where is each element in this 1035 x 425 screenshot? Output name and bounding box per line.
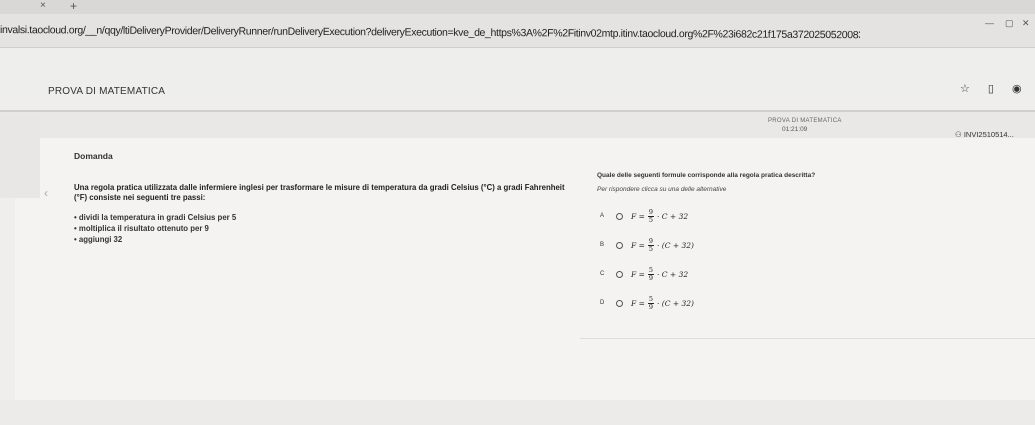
profile-icon[interactable]: ◉ [1012,82,1022,95]
fraction-denominator: 5 [648,244,654,253]
question-stem: Una regola pratica utilizzata dalle infe… [74,183,565,202]
list-item: moltiplica il risultato ottenuto per 9 [74,223,236,234]
content-panel [15,138,1035,425]
fraction: 95 [647,208,655,224]
section-label: Domanda [74,151,113,161]
formula-lhs: F = [631,298,645,308]
formula-rhs: · (C + 32) [657,240,694,250]
test-header [0,110,1035,140]
fraction-denominator: 5 [648,215,654,224]
close-window-icon[interactable]: ✕ [1022,18,1030,29]
choice-letter: C [600,271,605,277]
list-item: dividi la temperatura in gradi Celsius p… [74,212,236,223]
new-tab-icon[interactable]: + [70,0,77,13]
maximize-icon[interactable]: ▢ [1005,18,1014,29]
formula-lhs: F = [631,211,645,221]
app-title: PROVA DI MATEMATICA [48,86,166,97]
fraction: 59 [647,266,655,282]
url-text[interactable]: invalsi.taocloud.org/__n/qqy/ltiDelivery… [0,24,860,41]
formula-rhs: · (C + 32) [657,298,694,308]
formula: F = 95 · C + 32 [631,208,689,224]
test-name: PROVA DI MATEMATICA [768,118,842,124]
address-bar[interactable]: invalsi.taocloud.org/__n/qqy/ltiDelivery… [0,14,1035,48]
fraction-denominator: 9 [648,302,654,311]
formula-rhs: · C + 32 [657,269,689,279]
steps-list: dividi la temperatura in gradi Celsius p… [74,212,236,245]
browser-actions: ☆ ▯ ◉ [960,82,1022,95]
question-instruction: Per rispondere clicca su una delle alter… [597,186,727,193]
fraction: 95 [647,237,655,253]
choice-d[interactable]: D F = 59 · (C + 32) [600,293,694,313]
tab-close-icon[interactable]: × [40,0,46,11]
choice-letter: B [600,242,605,248]
formula: F = 59 · (C + 32) [631,295,694,311]
side-handle[interactable] [0,118,40,198]
browser-tabstrip: × + [0,0,1035,14]
footer [0,400,1035,425]
radio-button[interactable] [616,212,623,220]
minimize-icon[interactable]: — [985,18,994,28]
formula: F = 59 · C + 32 [631,266,689,282]
question-prompt: Quale delle seguenti formule corrisponde… [597,172,816,179]
timer: 01:21:09 [782,126,808,133]
choice-b[interactable]: B F = 95 · (C + 32) [600,235,694,255]
formula-lhs: F = [631,240,645,250]
formula-rhs: · C + 32 [657,211,689,221]
radio-button[interactable] [616,299,623,307]
choice-c[interactable]: C F = 59 · C + 32 [600,264,688,284]
radio-button[interactable] [616,270,623,278]
chevron-left-icon[interactable]: ‹ [44,186,48,200]
choice-letter: A [600,213,605,219]
page-icon[interactable]: ▯ [988,82,994,95]
star-icon[interactable]: ☆ [960,82,970,95]
fraction-denominator: 9 [648,273,654,282]
divider [580,338,1035,339]
formula-lhs: F = [631,269,645,279]
radio-button[interactable] [616,241,623,249]
formula: F = 95 · (C + 32) [631,237,694,253]
list-item: aggiungi 32 [74,234,236,245]
fraction: 59 [647,295,655,311]
choice-letter: D [600,300,605,306]
choice-a[interactable]: A F = 95 · C + 32 [600,206,688,226]
